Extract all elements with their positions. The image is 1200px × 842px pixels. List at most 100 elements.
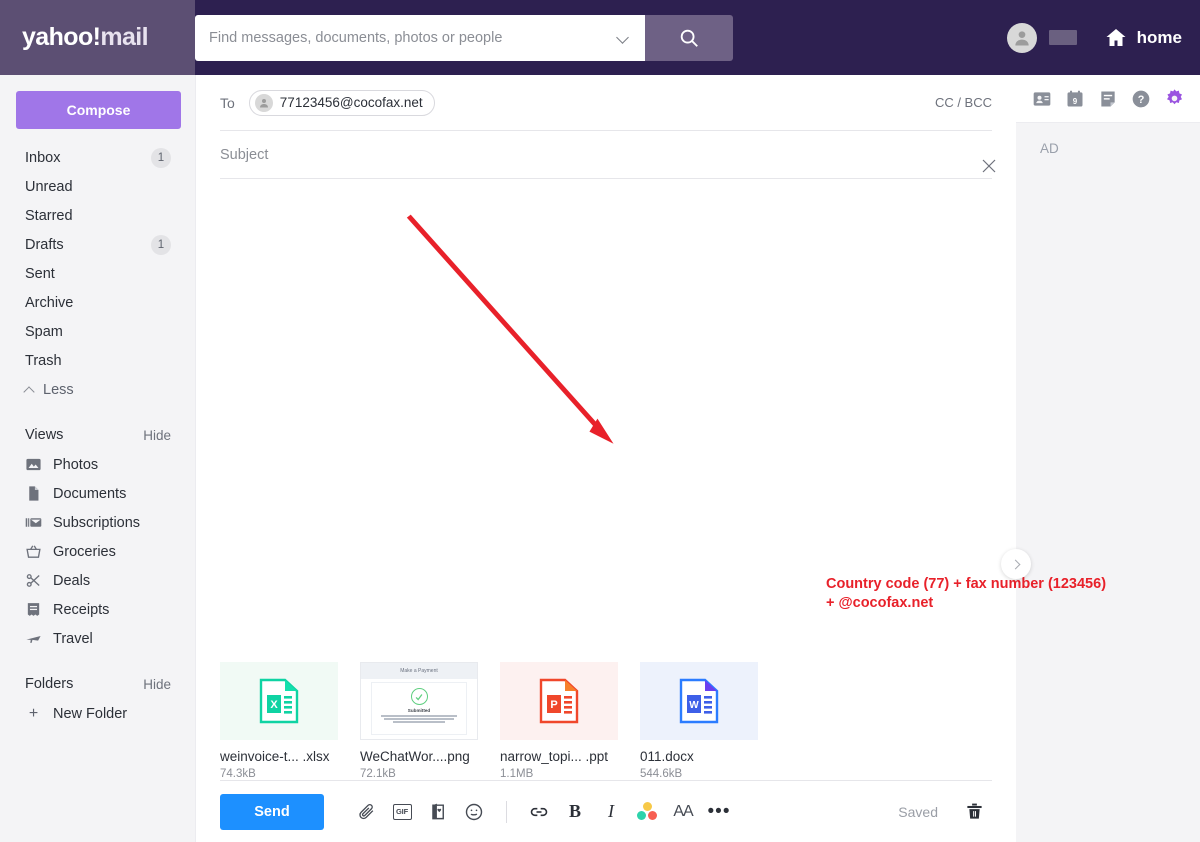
sidebar-item-subscriptions[interactable]: Subscriptions: [16, 508, 179, 537]
yahoo-mail-app: yahoo!mail Find messages, documents, pho…: [0, 0, 1200, 842]
inbox-badge: 1: [151, 147, 171, 168]
search-input[interactable]: [209, 29, 617, 46]
settings-button[interactable]: [1163, 88, 1185, 110]
sidebar-item-travel[interactable]: Travel: [16, 624, 179, 653]
compose-button[interactable]: Compose: [16, 91, 181, 129]
documents-icon: [29, 486, 39, 501]
subject-row: [220, 131, 992, 179]
sidebar-item-starred[interactable]: Starred: [16, 201, 179, 230]
receipts-icon: [27, 603, 40, 616]
search-zone: [195, 14, 733, 61]
search-box[interactable]: [195, 14, 645, 61]
png-preview: Make a Payment Submitted: [360, 662, 478, 740]
settings-gear-icon: [1166, 89, 1182, 105]
new-folder-label: New Folder: [53, 705, 128, 722]
photos-icon: [26, 458, 41, 471]
font-size-icon: AA: [673, 802, 693, 820]
new-folder-button[interactable]: + New Folder: [16, 699, 179, 728]
notepad-icon: [1101, 91, 1115, 106]
compose-toolbar: Send GIF B I AA ••• Saved: [220, 780, 992, 842]
sidebar-item-trash[interactable]: Trash: [16, 346, 179, 375]
italic-button[interactable]: I: [593, 794, 629, 830]
expand-panel-button[interactable]: [1001, 549, 1031, 579]
insert-gif-button[interactable]: GIF: [384, 794, 420, 830]
sidebar-label-travel: Travel: [53, 630, 93, 647]
font-size-button[interactable]: AA: [665, 794, 701, 830]
link-icon: [530, 807, 548, 816]
home-link[interactable]: home: [1103, 26, 1182, 50]
help-button[interactable]: ?: [1130, 88, 1152, 110]
views-title: Views: [25, 427, 64, 443]
delete-draft-button[interactable]: [956, 794, 992, 830]
text-color-icon: [637, 802, 657, 821]
attachment-item[interactable]: W 011.docx 544.6kB: [640, 662, 758, 780]
insert-greeting-card-button[interactable]: [420, 794, 456, 830]
insert-link-button[interactable]: [521, 794, 557, 830]
calendar-button[interactable]: 9: [1064, 88, 1086, 110]
preview-header-text: Make a Payment: [361, 663, 477, 679]
sidebar-item-groceries[interactable]: Groceries: [16, 537, 179, 566]
insert-emoji-button[interactable]: [456, 794, 492, 830]
attachment-list: X weinvoice-t... .xlsx 74.3kB Make a Pay…: [196, 662, 1016, 780]
right-rail: 9 ? AD: [1016, 75, 1200, 842]
annotation-line-1: Country code (77) + fax number (123456): [826, 576, 1107, 592]
chevron-down-icon[interactable]: [617, 31, 631, 45]
preview-body-lines: [381, 715, 457, 723]
attachment-size: 544.6kB: [640, 768, 683, 780]
text-color-button[interactable]: [629, 794, 665, 830]
sidebar-less-toggle[interactable]: Less: [16, 375, 179, 404]
attachment-item[interactable]: P narrow_topi... .ppt 1.1MB: [500, 662, 618, 780]
greeting-card-icon: [431, 803, 444, 820]
yahoo-mail-logo[interactable]: yahoo!mail: [0, 0, 195, 75]
message-body-area[interactable]: Country code (77) + fax number (123456) …: [196, 179, 1106, 662]
sidebar-item-documents[interactable]: Documents: [16, 479, 179, 508]
annotation-line-2: + @cocofax.net: [826, 594, 934, 611]
bold-button[interactable]: B: [557, 794, 593, 830]
drafts-badge: 1: [151, 234, 171, 255]
header-right-group: home: [1006, 0, 1182, 75]
views-hide-button[interactable]: Hide: [143, 428, 171, 443]
notepad-button[interactable]: [1097, 88, 1119, 110]
attachment-name: weinvoice-t... .xlsx: [220, 749, 330, 764]
attachment-item[interactable]: Make a Payment Submitted WeChatWor....pn…: [360, 662, 478, 780]
compose-pane: To 77123456@cocofax.net CC / BCC Subject…: [195, 75, 1106, 842]
recipient-chip[interactable]: 77123456@cocofax.net: [248, 89, 435, 116]
preview-status-text: Submitted: [407, 708, 431, 713]
contacts-button[interactable]: [1031, 88, 1053, 110]
sidebar-item-sent[interactable]: Sent: [16, 259, 179, 288]
cc-bcc-button[interactable]: CC / BCC: [935, 95, 992, 110]
sidebar-label-photos: Photos: [53, 456, 99, 473]
sidebar-item-archive[interactable]: Archive: [16, 288, 179, 317]
sidebar-item-photos[interactable]: Photos: [16, 450, 179, 479]
search-button[interactable]: [645, 14, 733, 61]
emoji-icon: [465, 803, 483, 820]
sidebar-item-deals[interactable]: Deals: [16, 566, 179, 595]
subject-input[interactable]: [220, 146, 992, 163]
ad-label: AD: [1040, 141, 1059, 156]
sidebar-less-label: Less: [43, 381, 74, 398]
folders-hide-button[interactable]: Hide: [143, 677, 171, 692]
more-options-button[interactable]: •••: [701, 794, 737, 830]
sidebar-item-drafts[interactable]: Drafts 1: [16, 230, 179, 259]
excel-file-icon: X: [259, 678, 299, 724]
attach-icon: [358, 804, 373, 820]
sidebar-item-spam[interactable]: Spam: [16, 317, 179, 346]
sidebar-item-inbox[interactable]: Inbox 1: [16, 143, 179, 172]
sidebar-label-spam: Spam: [25, 323, 63, 340]
travel-icon: [26, 636, 41, 643]
check-icon: [415, 693, 423, 700]
close-compose-button[interactable]: [980, 157, 998, 175]
avatar[interactable]: [1006, 22, 1037, 53]
sidebar-label-receipts: Receipts: [53, 601, 110, 618]
more-options-icon: •••: [707, 800, 731, 822]
attachment-item[interactable]: X weinvoice-t... .xlsx 74.3kB: [220, 662, 338, 780]
italic-icon: I: [608, 801, 614, 821]
attach-file-button[interactable]: [348, 794, 384, 830]
sidebar-item-unread[interactable]: Unread: [16, 172, 179, 201]
sidebar-item-receipts[interactable]: Receipts: [16, 595, 179, 624]
attachment-thumbnail: Make a Payment Submitted: [360, 662, 478, 740]
send-button[interactable]: Send: [220, 793, 324, 830]
sidebar-label-sent: Sent: [25, 265, 55, 282]
attachment-name: WeChatWor....png: [360, 749, 470, 764]
sidebar-label-deals: Deals: [53, 572, 91, 589]
